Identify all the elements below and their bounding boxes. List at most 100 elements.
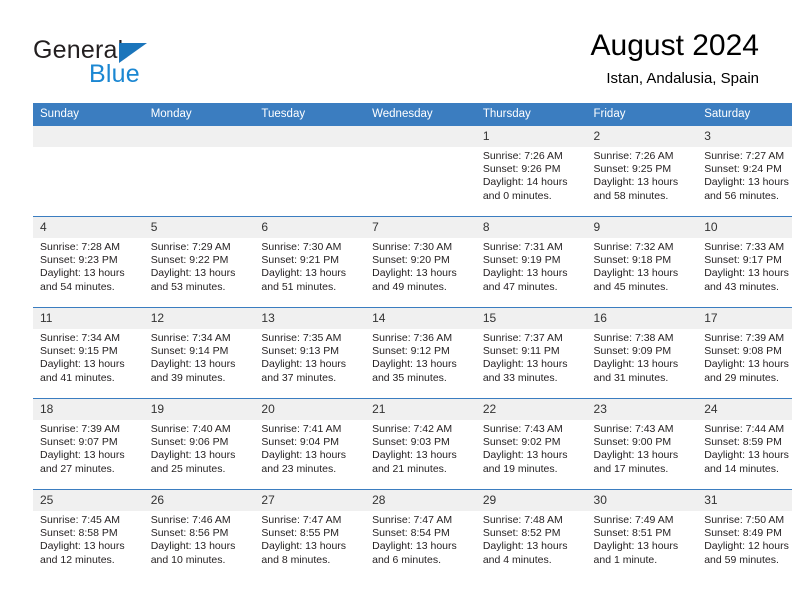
day-cell[interactable]: 10 Sunrise: 7:33 AM Sunset: 9:17 PM Dayl… xyxy=(697,216,792,308)
day-cell[interactable]: 26 Sunrise: 7:46 AM Sunset: 8:56 PM Dayl… xyxy=(143,489,255,580)
page-title: August 2024 xyxy=(590,29,759,62)
sunrise-text: Sunrise: 7:35 AM xyxy=(261,332,342,344)
day-cell[interactable]: 3 Sunrise: 7:27 AM Sunset: 9:24 PM Dayli… xyxy=(697,126,792,217)
day-number xyxy=(365,126,476,147)
day-info: Sunrise: 7:40 AM Sunset: 9:06 PM Dayligh… xyxy=(144,420,255,476)
day-cell[interactable]: 21 Sunrise: 7:42 AM Sunset: 9:03 PM Dayl… xyxy=(365,398,476,490)
day-cell[interactable]: 1 Sunrise: 7:26 AM Sunset: 9:26 PM Dayli… xyxy=(475,126,587,217)
daylight-text-line2: and 35 minutes. xyxy=(372,371,447,384)
day-info: Sunrise: 7:43 AM Sunset: 9:02 PM Dayligh… xyxy=(476,420,587,476)
daylight-text-line1: Daylight: 13 hours xyxy=(704,358,789,371)
day-cell[interactable]: 2 Sunrise: 7:26 AM Sunset: 9:25 PM Dayli… xyxy=(586,126,698,217)
daylight-text-line2: and 0 minutes. xyxy=(482,189,552,202)
daylight-text-line2: and 47 minutes. xyxy=(482,280,558,293)
sunrise-text: Sunrise: 7:44 AM xyxy=(704,423,785,435)
day-cell[interactable]: 28 Sunrise: 7:47 AM Sunset: 8:54 PM Dayl… xyxy=(365,489,476,580)
sunrise-text: Sunrise: 7:43 AM xyxy=(593,423,674,435)
day-cell[interactable]: 8 Sunrise: 7:31 AM Sunset: 9:19 PM Dayli… xyxy=(475,216,587,308)
daylight-text-line2: and 19 minutes. xyxy=(482,462,558,475)
day-cell[interactable]: 25 Sunrise: 7:45 AM Sunset: 8:58 PM Dayl… xyxy=(33,489,144,580)
day-number: 18 xyxy=(33,399,144,420)
daylight-text-line1: Daylight: 13 hours xyxy=(482,540,568,553)
day-number: 8 xyxy=(475,217,587,238)
weekday-header-wednesday: Wednesday xyxy=(365,103,476,126)
daylight-text-line1: Daylight: 13 hours xyxy=(261,540,347,553)
day-cell[interactable]: 12 Sunrise: 7:34 AM Sunset: 9:14 PM Dayl… xyxy=(143,307,255,399)
day-cell[interactable]: 18 Sunrise: 7:39 AM Sunset: 9:07 PM Dayl… xyxy=(33,398,144,490)
day-number: 12 xyxy=(143,308,255,329)
day-cell[interactable]: 31 Sunrise: 7:50 AM Sunset: 8:49 PM Dayl… xyxy=(697,489,792,580)
day-cell[interactable]: 30 Sunrise: 7:49 AM Sunset: 8:51 PM Dayl… xyxy=(586,489,698,580)
sunrise-text: Sunrise: 7:31 AM xyxy=(482,241,563,253)
day-cell[interactable]: 15 Sunrise: 7:37 AM Sunset: 9:11 PM Dayl… xyxy=(475,307,587,399)
day-info: Sunrise: 7:26 AM Sunset: 9:25 PM Dayligh… xyxy=(587,147,698,203)
sunset-text: Sunset: 8:56 PM xyxy=(150,527,229,540)
daylight-text-line1: Daylight: 12 hours xyxy=(704,540,789,553)
day-cell[interactable]: 24 Sunrise: 7:44 AM Sunset: 8:59 PM Dayl… xyxy=(697,398,792,490)
sunrise-text: Sunrise: 7:39 AM xyxy=(40,423,120,435)
day-info: Sunrise: 7:35 AM Sunset: 9:13 PM Dayligh… xyxy=(254,329,365,385)
day-cell[interactable]: 17 Sunrise: 7:39 AM Sunset: 9:08 PM Dayl… xyxy=(697,307,792,399)
week-row: 18 Sunrise: 7:39 AM Sunset: 9:07 PM Dayl… xyxy=(33,398,792,490)
sunrise-text: Sunrise: 7:32 AM xyxy=(593,241,674,253)
calendar-table: Sunday Monday Tuesday Wednesday Thursday… xyxy=(33,103,792,580)
day-cell[interactable]: 4 Sunrise: 7:28 AM Sunset: 9:23 PM Dayli… xyxy=(33,216,144,308)
weekday-header-tuesday: Tuesday xyxy=(254,103,366,126)
day-number: 22 xyxy=(475,399,587,420)
day-info: Sunrise: 7:26 AM Sunset: 9:26 PM Dayligh… xyxy=(476,147,587,203)
sunrise-text: Sunrise: 7:49 AM xyxy=(593,514,674,526)
weekday-header-monday: Monday xyxy=(143,103,255,126)
daylight-text-line1: Daylight: 13 hours xyxy=(593,449,679,462)
daylight-text-line1: Daylight: 13 hours xyxy=(261,449,347,462)
daylight-text-line1: Daylight: 13 hours xyxy=(40,449,125,462)
day-cell[interactable]: 23 Sunrise: 7:43 AM Sunset: 9:00 PM Dayl… xyxy=(586,398,698,490)
day-cell[interactable]: 22 Sunrise: 7:43 AM Sunset: 9:02 PM Dayl… xyxy=(475,398,587,490)
day-number: 21 xyxy=(365,399,476,420)
day-cell[interactable]: 19 Sunrise: 7:40 AM Sunset: 9:06 PM Dayl… xyxy=(143,398,255,490)
day-cell[interactable]: 7 Sunrise: 7:30 AM Sunset: 9:20 PM Dayli… xyxy=(365,216,476,308)
day-number: 23 xyxy=(586,399,698,420)
day-cell[interactable]: 20 Sunrise: 7:41 AM Sunset: 9:04 PM Dayl… xyxy=(254,398,366,490)
daylight-text-line1: Daylight: 13 hours xyxy=(261,358,347,371)
daylight-text-line1: Daylight: 13 hours xyxy=(482,267,568,280)
day-number: 29 xyxy=(475,490,587,511)
sunset-text: Sunset: 8:52 PM xyxy=(482,527,561,540)
day-cell[interactable]: 13 Sunrise: 7:35 AM Sunset: 9:13 PM Dayl… xyxy=(254,307,366,399)
sunset-text: Sunset: 9:18 PM xyxy=(593,254,672,267)
day-cell-empty xyxy=(254,126,366,217)
day-number: 13 xyxy=(254,308,366,329)
daylight-text-line1: Daylight: 13 hours xyxy=(150,449,236,462)
day-cell[interactable]: 11 Sunrise: 7:34 AM Sunset: 9:15 PM Dayl… xyxy=(33,307,144,399)
day-number: 14 xyxy=(365,308,476,329)
sunset-text: Sunset: 9:23 PM xyxy=(40,254,118,267)
daylight-text-line2: and 56 minutes. xyxy=(704,189,779,202)
day-cell[interactable]: 27 Sunrise: 7:47 AM Sunset: 8:55 PM Dayl… xyxy=(254,489,366,580)
day-cell[interactable]: 5 Sunrise: 7:29 AM Sunset: 9:22 PM Dayli… xyxy=(143,216,255,308)
day-number: 1 xyxy=(475,126,587,147)
day-cell[interactable]: 9 Sunrise: 7:32 AM Sunset: 9:18 PM Dayli… xyxy=(586,216,698,308)
sunset-text: Sunset: 9:17 PM xyxy=(704,254,782,267)
daylight-text-line2: and 1 minute. xyxy=(593,553,658,566)
day-info: Sunrise: 7:37 AM Sunset: 9:11 PM Dayligh… xyxy=(476,329,587,385)
day-info: Sunrise: 7:45 AM Sunset: 8:58 PM Dayligh… xyxy=(33,511,144,567)
day-number xyxy=(143,126,255,147)
day-cell[interactable]: 29 Sunrise: 7:48 AM Sunset: 8:52 PM Dayl… xyxy=(475,489,587,580)
daylight-text-line2: and 17 minutes. xyxy=(593,462,669,475)
day-number: 4 xyxy=(33,217,144,238)
day-number: 27 xyxy=(254,490,366,511)
day-info: Sunrise: 7:27 AM Sunset: 9:24 PM Dayligh… xyxy=(697,147,792,203)
daylight-text-line1: Daylight: 13 hours xyxy=(150,267,236,280)
sunset-text: Sunset: 9:08 PM xyxy=(704,345,782,358)
sunset-text: Sunset: 9:24 PM xyxy=(704,163,782,176)
sunset-text: Sunset: 9:15 PM xyxy=(40,345,118,358)
daylight-text-line1: Daylight: 13 hours xyxy=(372,449,457,462)
daylight-text-line2: and 29 minutes. xyxy=(704,371,779,384)
day-cell[interactable]: 6 Sunrise: 7:30 AM Sunset: 9:21 PM Dayli… xyxy=(254,216,366,308)
day-cell[interactable]: 14 Sunrise: 7:36 AM Sunset: 9:12 PM Dayl… xyxy=(365,307,476,399)
day-number xyxy=(33,126,144,147)
generalblue-logo[interactable]: General Blue xyxy=(33,36,263,92)
day-number: 10 xyxy=(697,217,792,238)
daylight-text-line1: Daylight: 13 hours xyxy=(40,267,125,280)
day-cell[interactable]: 16 Sunrise: 7:38 AM Sunset: 9:09 PM Dayl… xyxy=(586,307,698,399)
day-number: 19 xyxy=(143,399,255,420)
